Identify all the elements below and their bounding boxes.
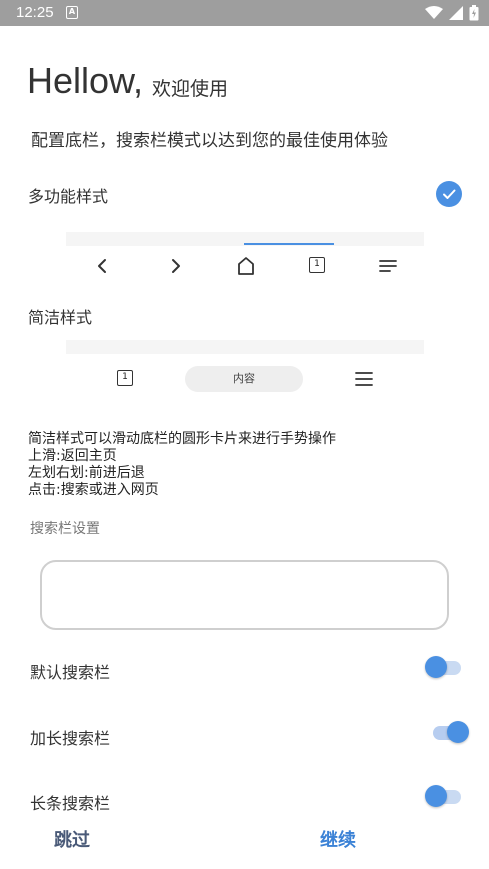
preview-progress-line [244,243,334,245]
welcome-text: 欢迎使用 [152,78,229,100]
multi-style-label[interactable]: 多功能样式 [28,183,108,207]
default-search-bar-switch[interactable] [425,656,461,678]
strip-search-bar-switch[interactable] [425,785,461,807]
long-search-bar-switch[interactable] [433,721,469,743]
search-settings-label: 搜索栏设置 [30,521,100,537]
continue-button[interactable]: 继续 [320,826,356,852]
wifi-icon [425,6,443,19]
multi-style-preview[interactable] [66,232,424,246]
forward-icon [172,259,180,273]
simple-style-preview[interactable] [66,340,424,354]
simple-tabs-icon: 1 [117,370,133,386]
status-bar: 12:25 A [0,0,489,26]
long-search-bar-label: 加长搜索栏 [30,729,111,748]
description-line: 点击:搜索或进入网页 [28,482,159,498]
notification-icon: A [66,6,78,19]
content-pill[interactable]: 内容 [185,366,303,392]
subtitle: 配置底栏，搜索栏模式以达到您的最佳使用体验 [31,131,388,151]
cell-signal-icon [449,6,463,20]
description-line: 简洁样式可以滑动底栏的圆形卡片来进行手势操作 [28,431,336,447]
switch-knob [425,656,447,678]
skip-button[interactable]: 跳过 [54,826,90,852]
simple-style-label[interactable]: 简洁样式 [28,304,92,328]
strip-search-bar-label: 长条搜索栏 [30,794,111,813]
simple-menu-icon [355,372,373,386]
tabs-icon: 1 [309,257,325,273]
selected-check-icon[interactable] [436,181,462,207]
status-time: 12:25 [16,4,54,21]
battery-icon [469,5,479,21]
gesture-description: 简洁样式可以滑动底栏的圆形卡片来进行手势操作 上滑:返回主页 左划右划:前进后退… [28,431,336,499]
menu-icon [379,260,397,272]
default-search-bar-label: 默认搜索栏 [30,663,111,682]
hello-title: Hellow, [27,60,144,101]
description-line: 左划右划:前进后退 [28,465,145,481]
description-line: 上滑:返回主页 [28,448,117,464]
search-bar-preview [40,560,449,630]
switch-knob [447,721,469,743]
switch-knob [425,785,447,807]
home-icon [238,257,254,275]
status-icons [425,5,479,21]
back-icon [98,259,106,273]
